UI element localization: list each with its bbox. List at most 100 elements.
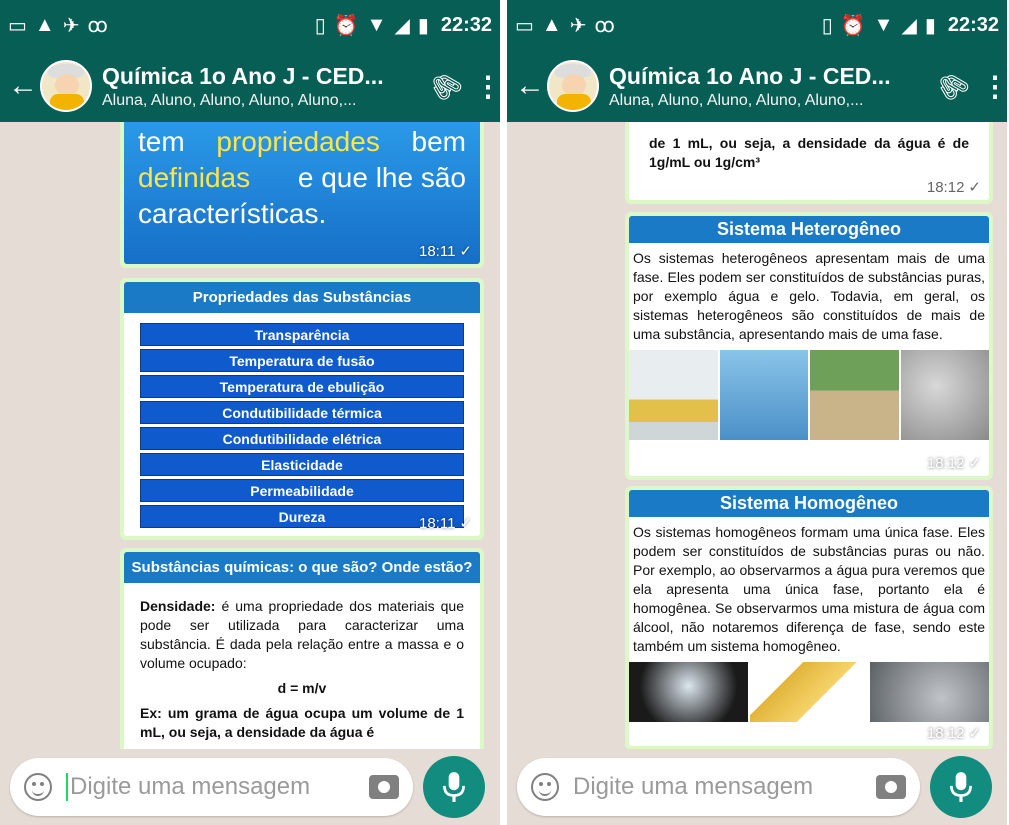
camera-icon[interactable]: [876, 775, 906, 799]
sent-check-icon: ✓: [459, 243, 472, 260]
chat-header: ← Química 1o Ano J - CED... Aluna, Aluno…: [0, 50, 500, 122]
clock: 22:32: [947, 13, 999, 36]
message-time: 18:12 ✓: [926, 178, 981, 197]
group-avatar[interactable]: [547, 60, 599, 112]
back-arrow-icon[interactable]: ←: [8, 69, 40, 103]
message-time: 18:11 ✓: [418, 514, 472, 533]
message-list[interactable]: tem propriedades bem definidas e que lhe…: [0, 122, 500, 749]
mic-button[interactable]: [423, 756, 485, 818]
message-input[interactable]: Digite uma mensagem: [66, 773, 369, 802]
chat-title: Química 1o Ano J - CED...: [102, 62, 384, 89]
warning-icon: ▲: [541, 13, 562, 36]
sent-check-icon: ✓: [459, 515, 472, 532]
water-ice-photo: [719, 350, 808, 440]
vibrate-icon: ▯: [821, 14, 833, 37]
property-item: Condutibilidade elétrica: [140, 427, 464, 450]
glass-water-photo: [629, 662, 748, 722]
chat-title-area[interactable]: Química 1o Ano J - CED... Aluna, Aluno, …: [609, 63, 924, 110]
image-message[interactable]: de 1 mL, ou seja, a densidade da água é …: [625, 122, 993, 204]
property-item: Permeabilidade: [140, 479, 464, 502]
message-time: 18:12 ✓: [926, 724, 981, 743]
image-message[interactable]: Propriedades das Substâncias Transparênc…: [120, 278, 484, 540]
alarm-icon: ⏰: [333, 14, 359, 37]
camera-icon[interactable]: [369, 775, 399, 799]
slide-title: Sistema Heterogêneo: [629, 216, 989, 243]
voicemail-icon: ꝏ: [594, 14, 615, 37]
gallery-icon: ▭: [515, 14, 534, 37]
signal-icon: ◢: [901, 14, 917, 37]
property-item: Temperatura de fusão: [140, 349, 464, 372]
image-message[interactable]: Substâncias químicas: o que são? Onde es…: [120, 548, 484, 749]
property-item: Condutibilidade térmica: [140, 401, 464, 424]
mic-icon: [443, 772, 465, 802]
more-options-icon[interactable]: ⋮: [981, 70, 1007, 103]
alarm-icon: ⏰: [840, 14, 866, 37]
slide-image: Substâncias químicas: o que são? Onde es…: [124, 552, 480, 749]
divider: [500, 0, 507, 825]
gold-bars-photo: [749, 662, 869, 722]
chat-title-area[interactable]: Química 1o Ano J - CED... Aluna, Aluno, …: [102, 63, 417, 110]
clock: 22:32: [440, 13, 492, 36]
message-input-box[interactable]: Digite uma mensagem: [10, 758, 413, 816]
emoji-icon[interactable]: [24, 773, 52, 801]
activity-icon: ✈: [569, 14, 587, 37]
slide-image: Sistema Heterogêneo Os sistemas heterogê…: [629, 216, 989, 476]
mic-icon: [950, 772, 972, 802]
oil-water-photo: [629, 350, 718, 440]
image-message[interactable]: Sistema Homogêneo Os sistemas homogêneos…: [625, 486, 993, 749]
property-item: Transparência: [140, 323, 464, 346]
mic-button[interactable]: [930, 756, 992, 818]
chat-header: ← Química 1o Ano J - CED... Aluna, Aluno…: [507, 50, 1007, 122]
composer: Digite uma mensagem: [0, 749, 500, 825]
photo-strip: [629, 350, 989, 440]
metal-gears-photo: [870, 662, 989, 722]
wifi-icon: ▼: [873, 13, 894, 36]
wifi-icon: ▼: [366, 13, 387, 36]
chat-participants: Aluna, Aluno, Aluno, Aluno, Aluno,...: [609, 91, 864, 109]
text-cursor: [66, 773, 68, 802]
message-time: 18:12 ✓: [926, 454, 981, 473]
slide-title: Sistema Homogêneo: [629, 490, 989, 517]
sand-water-photo: [810, 350, 899, 440]
more-options-icon[interactable]: ⋮: [474, 70, 500, 103]
property-list: Transparência Temperatura de fusão Tempera…: [124, 313, 480, 536]
status-bar: ▭ ▲ ✈ ꝏ ▯ ⏰ ▼ ◢ ▮ 22:32: [0, 0, 500, 50]
image-message[interactable]: tem propriedades bem definidas e que lhe…: [120, 122, 484, 268]
slide-image: Propriedades das Substâncias Transparênc…: [124, 282, 480, 536]
sent-check-icon: ✓: [968, 179, 981, 196]
message-time: 18:11 ✓: [418, 242, 472, 261]
phone-right: ▭ ▲ ✈ ꝏ ▯ ⏰ ▼ ◢ ▮ 22:32 ← Química 1o Ano…: [507, 0, 1007, 825]
group-avatar[interactable]: [40, 60, 92, 112]
battery-icon: ▮: [924, 14, 936, 37]
property-item: Elasticidade: [140, 453, 464, 476]
slide-title: Substâncias químicas: o que são? Onde es…: [124, 552, 480, 583]
granite-photo: [900, 350, 989, 440]
attach-icon[interactable]: 🖇: [423, 63, 468, 108]
chat-participants: Aluna, Aluno, Aluno, Aluno, Aluno,...: [102, 91, 357, 109]
emoji-icon[interactable]: [531, 773, 559, 801]
screenshot-pair: ▭ ▲ ✈ ꝏ ▯ ⏰ ▼ ◢ ▮ 22:32 ← Química 1o Ano…: [0, 0, 1009, 825]
message-input[interactable]: Digite uma mensagem: [573, 773, 876, 801]
sent-check-icon: ✓: [968, 455, 981, 472]
attach-icon[interactable]: 🖇: [930, 63, 975, 108]
photo-strip: [629, 662, 989, 722]
activity-icon: ✈: [62, 14, 80, 37]
warning-icon: ▲: [34, 13, 55, 36]
slide-title: Propriedades das Substâncias: [124, 282, 480, 313]
signal-icon: ◢: [394, 14, 410, 37]
message-input-box[interactable]: Digite uma mensagem: [517, 758, 920, 816]
property-item: Temperatura de ebulição: [140, 375, 464, 398]
slide-image: Sistema Homogêneo Os sistemas homogêneos…: [629, 490, 989, 746]
composer: Digite uma mensagem: [507, 749, 1007, 825]
vibrate-icon: ▯: [314, 14, 326, 37]
phone-left: ▭ ▲ ✈ ꝏ ▯ ⏰ ▼ ◢ ▮ 22:32 ← Química 1o Ano…: [0, 0, 500, 825]
battery-icon: ▮: [417, 14, 429, 37]
property-item: Dureza: [140, 505, 464, 528]
sent-check-icon: ✓: [968, 725, 981, 742]
voicemail-icon: ꝏ: [87, 14, 108, 37]
message-list[interactable]: de 1 mL, ou seja, a densidade da água é …: [507, 122, 1007, 749]
image-message[interactable]: Sistema Heterogêneo Os sistemas heterogê…: [625, 212, 993, 480]
status-bar: ▭ ▲ ✈ ꝏ ▯ ⏰ ▼ ◢ ▮ 22:32: [507, 0, 1007, 50]
back-arrow-icon[interactable]: ←: [515, 69, 547, 103]
gallery-icon: ▭: [8, 14, 27, 37]
